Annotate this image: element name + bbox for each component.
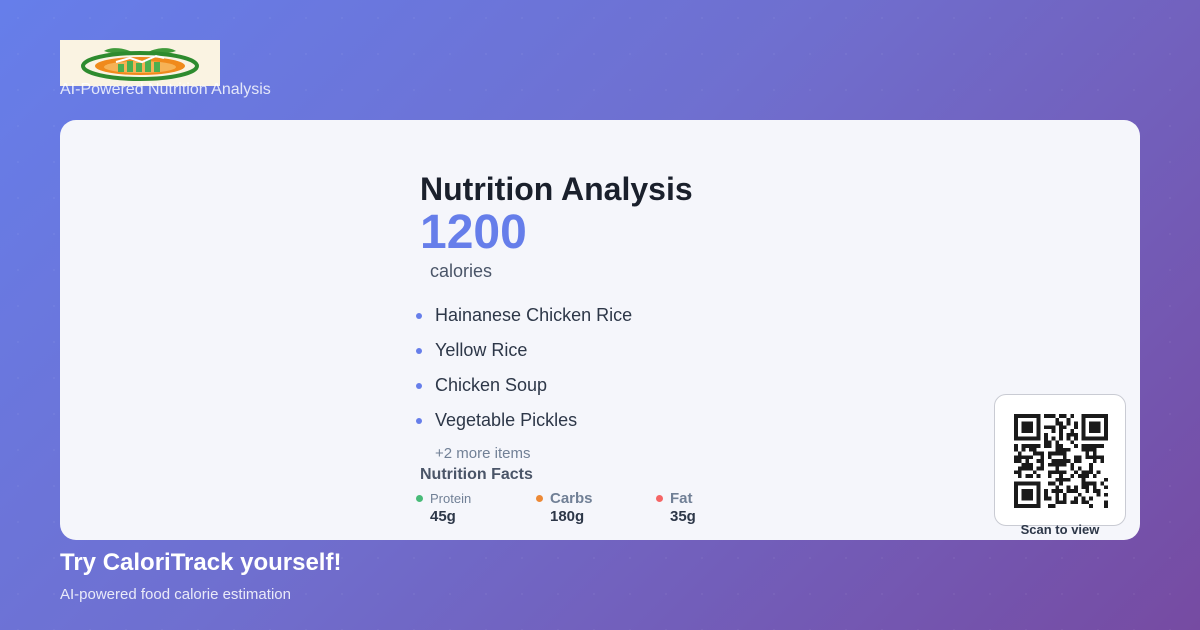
fat-dot-icon	[656, 495, 663, 502]
bullet-icon	[416, 313, 422, 319]
analysis-content: Nutrition Analysis 1200 calories Hainane…	[416, 170, 920, 531]
carbs-dot-icon	[536, 495, 543, 502]
qr-caption: Scan to view	[1020, 522, 1100, 537]
food-item-label: Yellow Rice	[435, 340, 528, 360]
fact-protein-label: Protein	[430, 491, 472, 506]
cta-subtitle: AI-powered food calorie estimation	[60, 586, 291, 603]
food-item: Vegetable Pickles	[416, 409, 920, 444]
fact-fat-value: 35g	[670, 508, 696, 525]
calorie-unit: calories	[430, 261, 493, 281]
food-item: Yellow Rice	[416, 339, 920, 374]
bullet-icon	[416, 348, 422, 354]
calorie-value: 1200	[420, 206, 527, 259]
food-item-label: Hainanese Chicken Rice	[435, 305, 633, 325]
nutrition-facts-title: Nutrition Facts	[420, 466, 533, 483]
bullet-icon	[416, 383, 422, 389]
cta-title: Try CaloriTrack yourself!	[60, 549, 342, 576]
fact-carbs: Carbs 180g	[536, 490, 593, 526]
fact-fat: Fat 35g	[656, 490, 696, 526]
nutrition-facts: Protein 45g Carbs 180g Fat 35g	[416, 490, 920, 531]
fact-protein-value: 45g	[430, 508, 456, 525]
food-list: Hainanese Chicken Rice Yellow Rice Chick…	[416, 304, 920, 444]
fact-protein: Protein 45g	[416, 491, 472, 526]
qr-code-icon	[1014, 414, 1108, 508]
bullet-icon	[416, 418, 422, 424]
food-item-label: Chicken Soup	[435, 375, 548, 395]
tagline: AI-Powered Nutrition Analysis	[60, 81, 271, 98]
food-item-label: Vegetable Pickles	[435, 410, 578, 430]
fact-fat-label: Fat	[670, 490, 693, 507]
qr-code[interactable]	[994, 394, 1126, 526]
analysis-card: Nutrition Analysis 1200 calories Hainane…	[60, 120, 1140, 540]
analysis-title: Nutrition Analysis	[420, 171, 693, 207]
protein-dot-icon	[416, 495, 423, 502]
food-item: Chicken Soup	[416, 374, 920, 409]
food-item: Hainanese Chicken Rice	[416, 304, 920, 339]
more-items-link[interactable]: +2 more items	[420, 445, 920, 463]
fact-carbs-label: Carbs	[550, 490, 593, 507]
fact-carbs-value: 180g	[550, 508, 585, 525]
